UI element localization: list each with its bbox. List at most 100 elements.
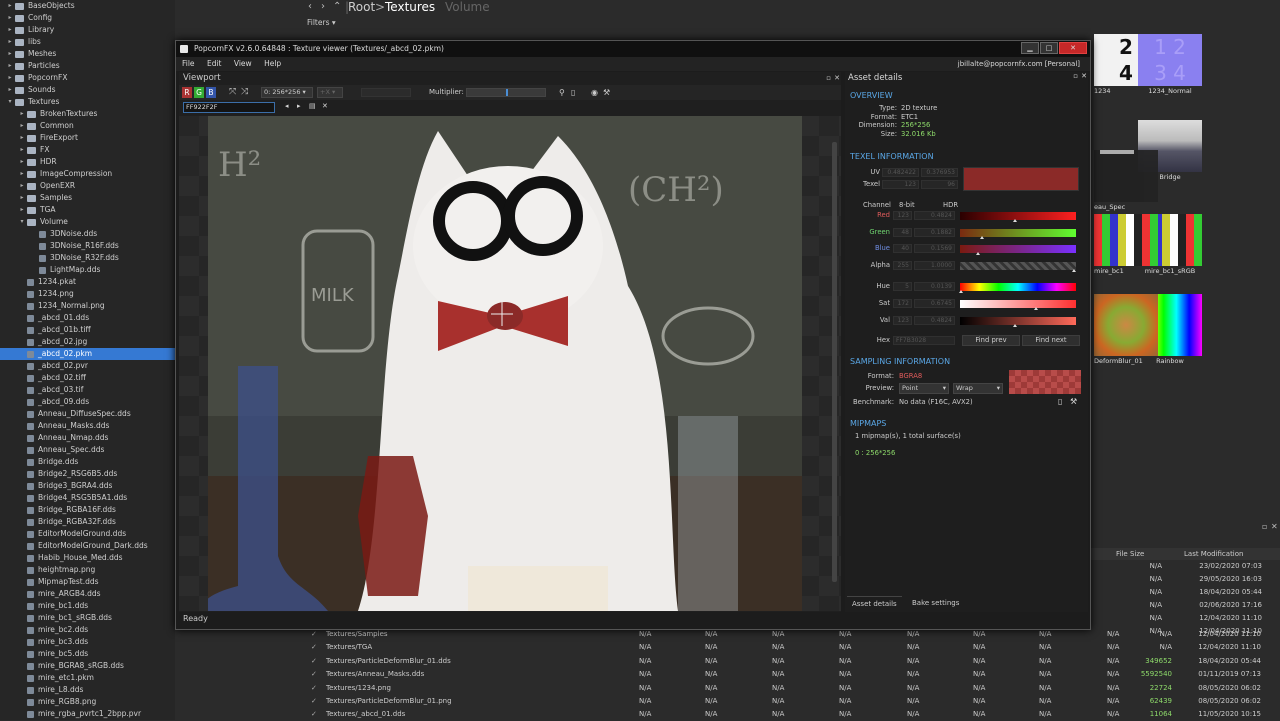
breadcrumb-volume[interactable]: Volume [445,0,490,14]
check-icon[interactable]: ✓ [311,668,317,681]
table-row[interactable]: ✓ Textures/ParticleDeformBlur_01.dds N/A N/… [303,655,1263,668]
table-row[interactable]: ✓ Textures/1234.png N/A N/A N/A N/A N/A N/A N/A N… [303,682,1263,695]
up-icon[interactable]: ⌃ [333,0,341,14]
tree-item[interactable]: ▸ Library [0,24,175,36]
tree-item[interactable]: MipmapTest.dds [0,576,175,588]
mipmap-entry[interactable]: 0 : 256*256 [855,449,895,458]
tree-item[interactable]: ▸ Meshes [0,48,175,60]
menu-help[interactable]: Help [264,59,281,68]
find-next-icon[interactable]: ▸ [297,102,301,110]
tree-item[interactable]: ▸ HDR [0,156,175,168]
tree-item[interactable]: EditorModelGround_Dark.dds [0,540,175,552]
expand-arrow-icon[interactable]: ▸ [6,84,14,96]
tree-item[interactable]: ▾ Textures [0,96,175,108]
filters-dropdown[interactable]: Filters ▾ [303,16,348,30]
tree-item[interactable]: mire_ARGB4.dds [0,588,175,600]
expand-arrow-icon[interactable]: ▸ [18,192,26,204]
channel-g-toggle[interactable]: G [194,87,204,98]
eye-icon[interactable]: ◉ [591,85,598,100]
expand-arrow-icon[interactable]: ▸ [6,24,14,36]
tree-item[interactable]: ▸ BrokenTextures [0,108,175,120]
viewport-canvas[interactable]: H² (CH²) MILK [179,116,841,611]
tree-item[interactable]: mire_bc3.dds [0,636,175,648]
tree-item[interactable]: _abcd_01b.tiff [0,324,175,336]
preview-filter-select[interactable]: Point ▾ [899,383,949,394]
close-button[interactable]: ✕ [1059,42,1087,54]
list-float-icon[interactable]: ▫ [1262,522,1267,531]
breadcrumb-textures[interactable]: Textures [385,0,435,14]
hex-field[interactable]: FF7B3028 [893,336,955,345]
find-prev-icon[interactable]: ◂ [285,102,289,110]
channel-hdr-field[interactable]: 0.6745 [914,299,955,308]
tree-item[interactable]: ▸ BaseObjects [0,0,175,12]
tree-item[interactable]: _abcd_02.jpg [0,336,175,348]
expand-arrow-icon[interactable]: ▸ [18,144,26,156]
channel-8bit-field[interactable]: 40 [893,244,912,253]
tree-item[interactable]: 1234.pkat [0,276,175,288]
tree-item[interactable]: _abcd_02.tiff [0,372,175,384]
tree-item[interactable]: ▸ Particles [0,60,175,72]
channel-hdr-field[interactable]: 0.4824 [914,316,955,325]
check-icon[interactable]: ✓ [311,655,317,668]
channel-8bit-field[interactable]: 48 [893,227,912,237]
back-icon[interactable]: ‹ [308,0,312,14]
expand-arrow-icon[interactable]: ▾ [18,216,26,228]
channel-hdr-field[interactable]: 0.4824 [914,211,955,220]
expand-arrow-icon[interactable]: ▸ [18,108,26,120]
slider-marker-icon[interactable] [979,235,984,239]
channel-b-toggle[interactable]: B [206,87,216,98]
expand-arrow-icon[interactable]: ▸ [6,72,14,84]
list-row-right[interactable]: N/A 02/06/2020 17:16 [1090,599,1270,612]
tree-item[interactable]: _abcd_02.pvr [0,360,175,372]
user-account[interactable]: jbillalte@popcornfx.com [Personal] [958,57,1080,71]
face-select[interactable]: +X ▾ [317,87,343,98]
channel-gradient-slider[interactable] [960,228,1076,237]
tree-item[interactable]: mire_rgba_pvrtc1_2bpp.pvr [0,708,175,720]
slider-marker-icon[interactable] [1034,307,1039,310]
tree-item[interactable]: 3DNoise.dds [0,228,175,240]
tree-item[interactable]: mire_bc2.dds [0,624,175,636]
asset-close-icon[interactable]: ✕ [1081,72,1087,80]
thumbnail-deformblur[interactable]: DeformBlur_01 [1094,294,1158,365]
tree-item[interactable]: Bridge.dds [0,456,175,468]
preview-wrap-select[interactable]: Wrap ▾ [953,383,1003,394]
tree-item[interactable]: LightMap.dds [0,264,175,276]
tree-item[interactable]: mire_bc1_sRGB.dds [0,612,175,624]
channel-hdr-field[interactable]: 0.1569 [914,244,955,253]
table-row[interactable]: ✓ Textures/ParticleDeformBlur_01.png N/A N/… [303,695,1263,708]
tree-item[interactable]: Anneau_Nmap.dds [0,432,175,444]
slice-slider[interactable] [361,88,411,97]
tree-item[interactable]: Anneau_Masks.dds [0,420,175,432]
channel-8bit-field[interactable]: 123 [893,316,912,325]
viewport-close-icon[interactable]: ✕ [834,72,840,84]
benchmark-run-icon[interactable]: ▯ [1058,397,1062,406]
expand-arrow-icon[interactable]: ▸ [6,36,14,48]
channel-hdr-field[interactable]: 0.0139 [914,282,955,291]
uv-x-field[interactable]: 0.482422 [882,168,919,177]
find-next-button[interactable]: Find next [1022,335,1080,346]
list-row-right[interactable]: N/A 18/04/2020 05:44 [1090,586,1270,599]
tab-asset-details[interactable]: Asset details [847,596,902,611]
tree-item[interactable]: ▸ FX [0,144,175,156]
uv-y-field[interactable]: 0.376953 [921,168,958,177]
tree-item[interactable]: _abcd_01.dds [0,312,175,324]
channel-8bit-field[interactable]: 172 [893,299,912,308]
menu-file[interactable]: File [182,59,195,68]
slider-marker-icon[interactable] [959,290,964,293]
wrench-icon[interactable]: ⚒ [603,85,610,100]
check-icon[interactable]: ✓ [311,708,317,721]
menu-edit[interactable]: Edit [207,59,222,68]
tree-item[interactable]: Anneau_DiffuseSpec.dds [0,408,175,420]
tree-item[interactable]: ▸ libs [0,36,175,48]
zoom-icon[interactable]: ⚲ [559,85,565,100]
texel-x-field[interactable]: 123 [882,180,919,189]
tree-item[interactable]: mire_RGB8.png [0,696,175,708]
channel-gradient-slider[interactable] [960,261,1076,270]
thumbnail-1234-normal[interactable]: 1 23 4 1234_Normal [1138,34,1202,96]
tree-item[interactable]: ▸ OpenEXR [0,180,175,192]
tree-item[interactable]: mire_bc5.dds [0,648,175,660]
tree-item[interactable]: heightmap.png [0,564,175,576]
tree-item[interactable]: Anneau_Spec.dds [0,444,175,456]
breadcrumb-root[interactable]: Root [348,0,375,14]
tree-item[interactable]: Bridge_RGBA16F.dds [0,504,175,516]
